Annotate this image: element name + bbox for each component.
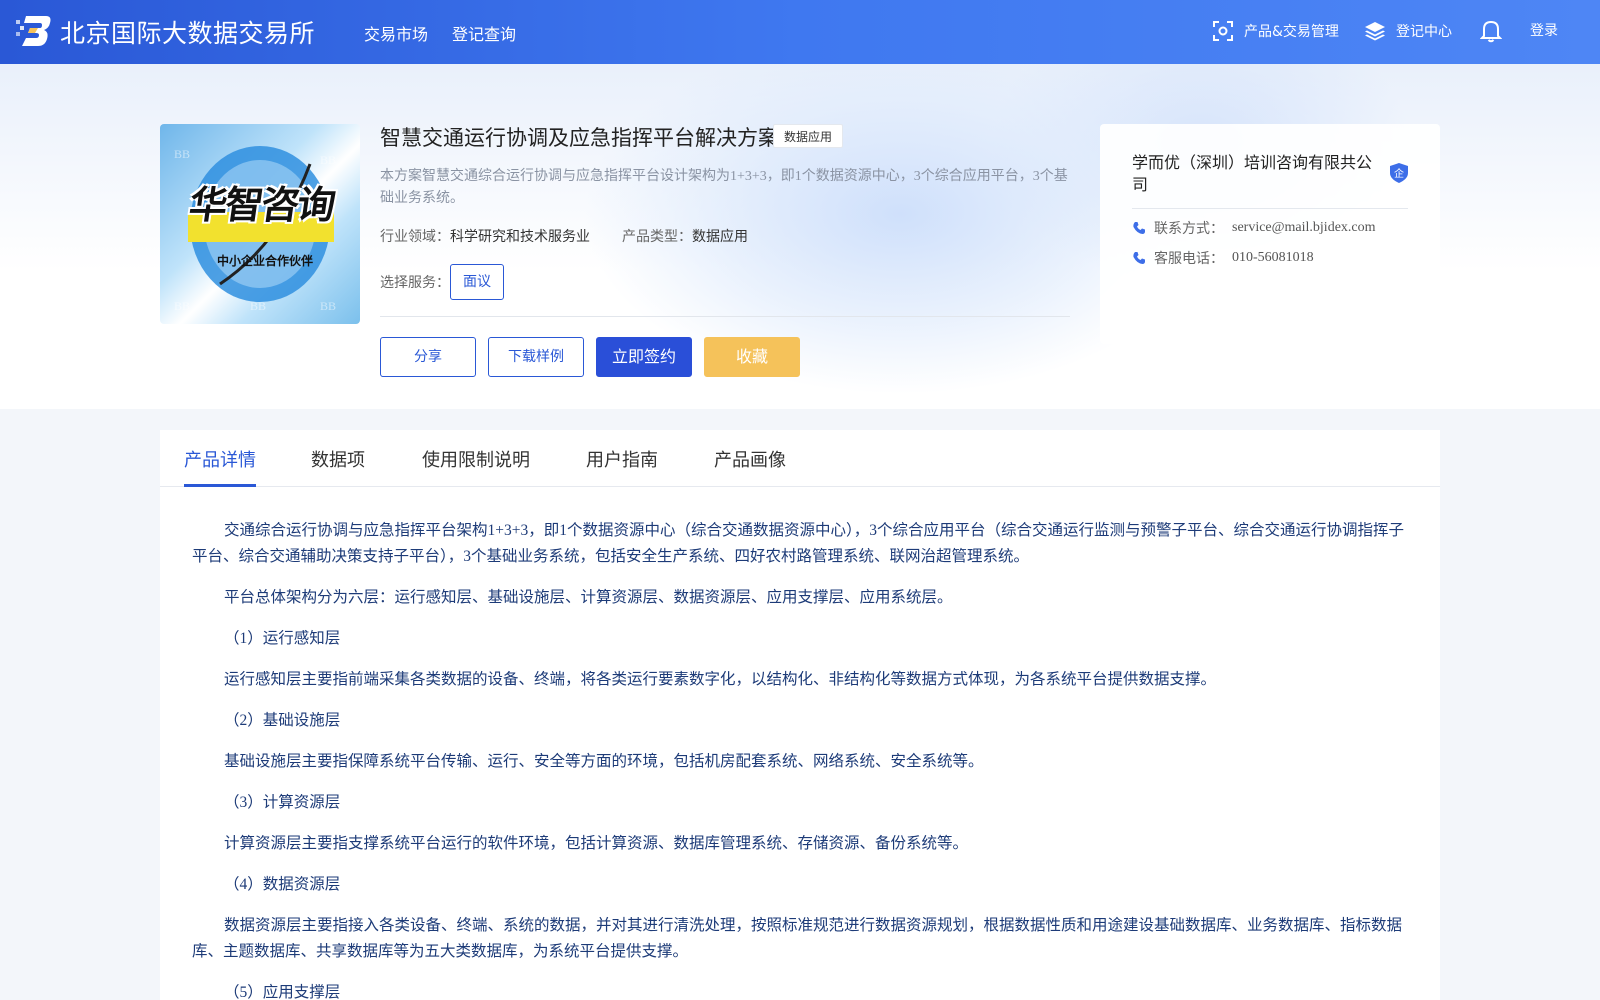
- contact-label: 联系方式：: [1154, 221, 1224, 237]
- notifications-button[interactable]: [1480, 19, 1502, 43]
- tab-data-items[interactable]: 数据项: [311, 446, 365, 472]
- download-sample-button[interactable]: 下载样例: [488, 337, 584, 377]
- favorite-button[interactable]: 收藏: [704, 337, 800, 377]
- content-paragraph: 交通综合运行协调与应急指挥平台架构1+3+3，即1个数据资源中心（综合交通数据资…: [192, 522, 1404, 565]
- product-image: BB BB BB BB BB 华智咨询 中小企业合作伙伴: [160, 124, 360, 324]
- tab-product-profile[interactable]: 产品画像: [714, 446, 786, 472]
- content-subheading: （1）运行感知层: [224, 630, 341, 647]
- tab-usage-restrictions[interactable]: 使用限制说明: [422, 446, 530, 472]
- hero-divider: [380, 316, 1070, 317]
- tab-user-guide[interactable]: 用户指南: [586, 446, 658, 472]
- company-name[interactable]: 学而优（深圳）培训咨询有限共公司: [1132, 152, 1382, 196]
- product-title: 智慧交通运行协调及应急指挥平台解决方案: [380, 126, 779, 150]
- nav-registry-center[interactable]: 登记中心: [1364, 20, 1452, 42]
- bell-icon: [1480, 20, 1502, 43]
- detail-panel: 产品详情 数据项 使用限制说明 用户指南 产品画像 交通综合运行协调与应急指挥平…: [160, 430, 1440, 1000]
- product-type-label: 产品类型：: [622, 229, 692, 245]
- product-category-tag: 数据应用: [773, 124, 844, 148]
- content-subheading: （3）计算资源层: [224, 794, 341, 811]
- industry-label: 行业领域：: [380, 229, 450, 245]
- svg-text:BB: BB: [250, 299, 266, 313]
- company-contact: 联系方式： service@mail.bjidex.com: [1132, 218, 1376, 238]
- top-nav-bar: 北京国际大数据交易所 交易市场 登记查询 产品&交易管理 登记中心 登录: [0, 0, 1600, 64]
- phone-label: 客服电话：: [1154, 251, 1224, 267]
- service-option-negotiable[interactable]: 面议: [450, 264, 504, 300]
- share-button[interactable]: 分享: [380, 337, 476, 377]
- product-image-subtext: 中小企业合作伙伴: [216, 254, 313, 268]
- phone-value: 010-56081018: [1232, 250, 1314, 265]
- site-title[interactable]: 北京国际大数据交易所: [60, 14, 315, 50]
- nav-product-management[interactable]: 产品&交易管理: [1212, 20, 1339, 42]
- svg-text:BB: BB: [174, 147, 190, 161]
- detail-tabs: 产品详情 数据项 使用限制说明 用户指南 产品画像: [160, 430, 1440, 487]
- login-link[interactable]: 登录: [1530, 20, 1558, 40]
- company-card: 学而优（深圳）培训咨询有限共公司 企 联系方式： service@mail.bj…: [1100, 124, 1440, 344]
- content-paragraph: 基础设施层主要指保障系统平台传输、运行、安全等方面的环境，包括机房配套系统、网络…: [224, 753, 984, 770]
- content-paragraph: 数据资源层主要指接入各类设备、终端、系统的数据，并对其进行清洗处理，按照标准规范…: [192, 917, 1403, 960]
- enterprise-badge-text: 企: [1394, 167, 1404, 180]
- content-subheading: （5）应用支撑层: [224, 984, 341, 1000]
- product-type-value: 数据应用: [692, 229, 748, 245]
- content-paragraph: 运行感知层主要指前端采集各类数据的设备、终端，将各类运行要素数字化，以结构化、非…: [224, 671, 1217, 688]
- sign-now-button[interactable]: 立即签约: [596, 337, 692, 377]
- content-subheading: （4）数据资源层: [224, 876, 341, 893]
- phone-icon: [1133, 252, 1145, 264]
- nav-registry-center-label: 登记中心: [1396, 24, 1452, 40]
- content-paragraph: 平台总体架构分为六层：运行感知层、基础设施层、计算资源层、数据资源层、应用支撑层…: [224, 589, 953, 606]
- content-paragraph: 计算资源层主要指支撑系统平台运行的软件环境，包括计算资源、数据库管理系统、存储资…: [224, 835, 969, 852]
- company-phone: 客服电话： 010-56081018: [1132, 248, 1314, 268]
- phone-icon: [1133, 222, 1145, 234]
- nav-registry-query[interactable]: 登记查询: [452, 21, 516, 45]
- product-detail-content: 交通综合运行协调与应急指挥平台架构1+3+3，即1个数据资源中心（综合交通数据资…: [192, 518, 1412, 1000]
- contact-email[interactable]: service@mail.bjidex.com: [1232, 220, 1376, 236]
- layers-icon: [1365, 22, 1385, 41]
- site-logo[interactable]: [16, 14, 52, 48]
- company-divider: [1132, 208, 1408, 209]
- scan-icon: [1213, 21, 1233, 41]
- industry-value: 科学研究和技术服务业: [450, 229, 590, 245]
- service-label: 选择服务：: [380, 275, 450, 291]
- product-description: 本方案智慧交通综合运行协调与应急指挥平台设计架构为1+3+3，即1个数据资源中心…: [380, 169, 1068, 206]
- login-label: 登录: [1530, 23, 1558, 39]
- nav-product-management-label: 产品&交易管理: [1244, 24, 1339, 40]
- content-subheading: （2）基础设施层: [224, 712, 341, 729]
- tab-product-details[interactable]: 产品详情: [184, 446, 256, 472]
- svg-text:BB: BB: [174, 299, 190, 313]
- nav-trading-market[interactable]: 交易市场: [364, 21, 428, 45]
- enterprise-badge-icon: 企: [1390, 163, 1408, 183]
- svg-text:BB: BB: [320, 299, 336, 313]
- product-image-text: 华智咨询: [186, 183, 337, 227]
- svg-text:BB: BB: [320, 153, 336, 167]
- active-tab-indicator: [184, 484, 256, 487]
- industry-field: 行业领域：科学研究和技术服务业: [380, 226, 590, 246]
- product-type-field: 产品类型：数据应用: [622, 226, 748, 246]
